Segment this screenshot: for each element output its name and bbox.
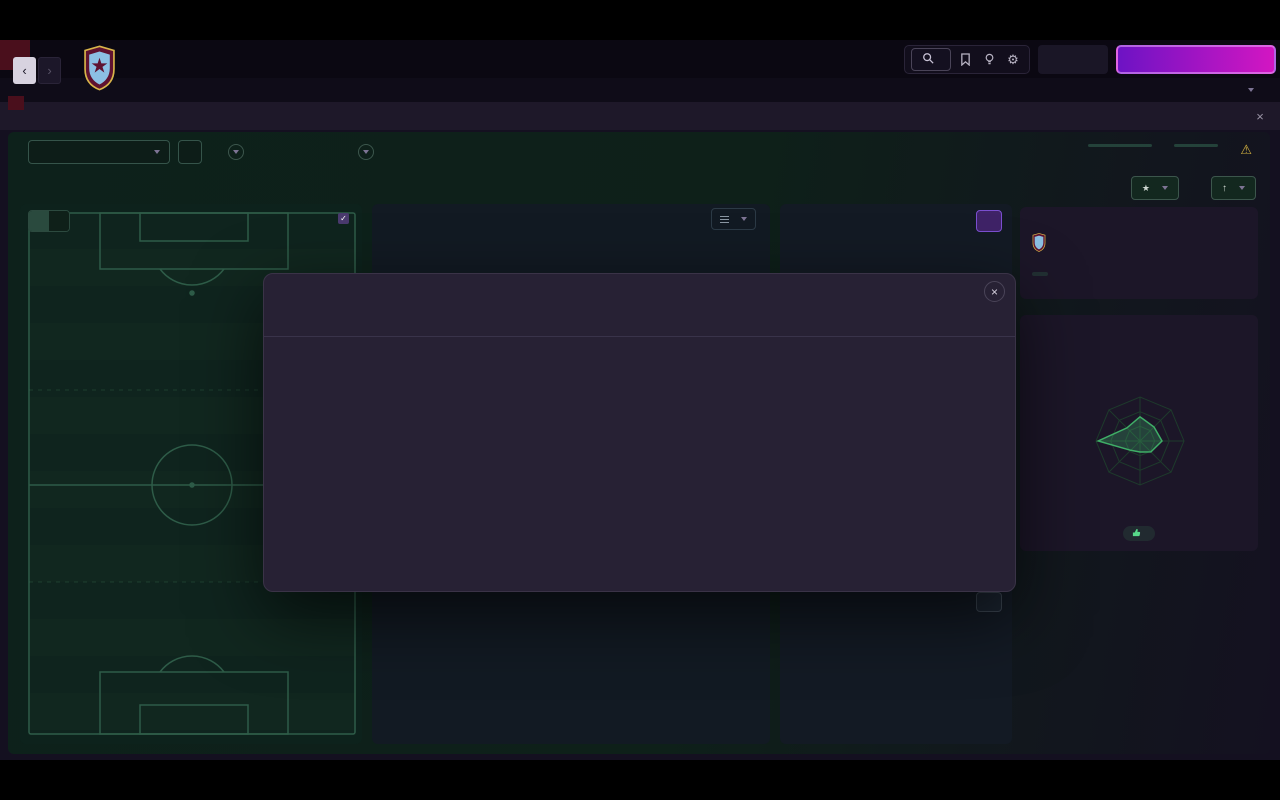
warning-icon: ⚠ (1240, 142, 1252, 157)
chevron-down-icon (1248, 88, 1254, 92)
select-button[interactable] (976, 592, 1002, 612)
club-crest-small-icon (1032, 233, 1046, 257)
chevron-down-icon (228, 144, 244, 160)
toggle-in-possession[interactable] (29, 211, 49, 231)
performance-rating-badge (1032, 272, 1048, 276)
breadcrumb-bar: × (0, 102, 1280, 130)
team-instructions-modal: × (263, 273, 1016, 592)
bookmark-icon[interactable] (955, 50, 975, 70)
chevron-down-icon (358, 144, 374, 160)
navbar-right-cluster: ⚙ (904, 44, 1276, 75)
up-arrow-icon: ↑ (1222, 182, 1227, 194)
close-icon[interactable]: × (984, 281, 1005, 302)
utility-cluster: ⚙ (904, 45, 1030, 74)
mentality-dropdown[interactable] (344, 140, 374, 164)
possession-toggle (28, 210, 70, 232)
tactics-actions: ★ ↑ (1130, 176, 1256, 200)
tactics-tabs-row: ★ ↑ (8, 172, 1270, 206)
top-navbar: ⚙ (0, 40, 1280, 78)
style-dropdown[interactable] (214, 140, 244, 164)
familiarity-meter (1088, 140, 1153, 147)
subnav-right (1243, 88, 1264, 92)
data-hub-card (1020, 315, 1258, 551)
checkbox-icon: ✓ (338, 213, 349, 224)
selected-button[interactable] (976, 210, 1002, 232)
view-dropdown[interactable] (711, 208, 756, 230)
club-row[interactable] (1032, 233, 1052, 257)
fm-ui: ⚙ ‹ › × ⚠ ★ ↑ ✓ × (0, 40, 1280, 760)
close-icon[interactable]: × (1252, 108, 1268, 124)
star-icon: ★ (1141, 182, 1150, 193)
chevron-down-icon (1162, 186, 1168, 190)
tactic-meters: ⚠ (1088, 140, 1252, 158)
add-tactic-button[interactable] (178, 140, 202, 164)
section-subnav (0, 78, 1280, 102)
chevron-down-icon (154, 150, 160, 154)
all-instructions-checkbox[interactable]: ✓ (338, 213, 354, 224)
intensity-meter (1174, 140, 1219, 147)
continue-button[interactable] (1116, 45, 1276, 74)
search-icon (922, 52, 934, 67)
game-date[interactable] (1038, 45, 1108, 74)
forward-button[interactable]: › (38, 57, 61, 84)
corner-decoration-small (8, 96, 24, 110)
thumbs-up-icon (1132, 528, 1141, 539)
tactic-preset-dropdown[interactable] (28, 140, 170, 164)
back-button[interactable]: ‹ (13, 57, 36, 84)
advice-button[interactable]: ★ (1130, 176, 1179, 200)
radar-chart (1095, 396, 1185, 486)
quick-pick-button[interactable]: ↑ (1211, 176, 1256, 200)
club-crest-icon[interactable] (83, 45, 116, 91)
gear-icon[interactable]: ⚙ (1003, 50, 1023, 70)
tactics-toolbar: ⚠ (8, 132, 1270, 172)
chevron-down-icon (1239, 186, 1245, 190)
list-icon (720, 215, 729, 223)
team-report-card (1020, 207, 1258, 299)
game-window: ⚙ ‹ › × ⚠ ★ ↑ ✓ × (0, 0, 1280, 800)
bookmarks-dropdown[interactable] (1243, 88, 1254, 92)
toggle-out-of-possession[interactable] (49, 211, 69, 231)
performance-badge (1123, 526, 1155, 541)
lightbulb-icon[interactable] (979, 50, 999, 70)
divider (264, 336, 1015, 337)
chevron-down-icon (741, 217, 747, 221)
search-button[interactable] (911, 48, 951, 71)
